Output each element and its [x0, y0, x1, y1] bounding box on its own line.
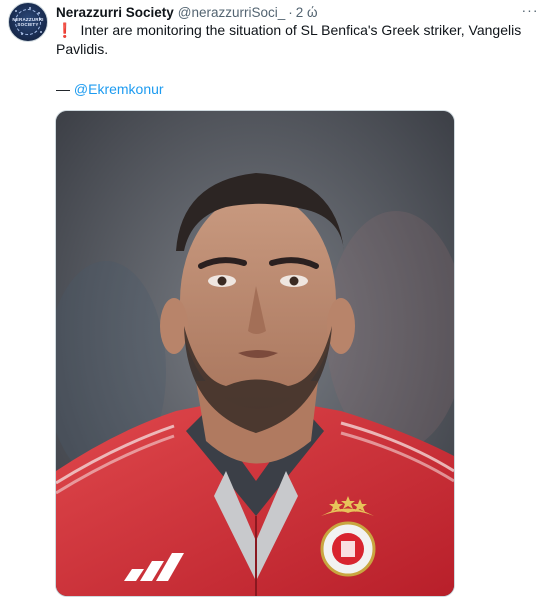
tweet-credit: — @Ekremkonur	[56, 80, 164, 98]
more-icon[interactable]: ···	[521, 1, 539, 19]
credit-prefix: —	[56, 81, 74, 97]
tweet-text: ❗ Inter are monitoring the situation of S…	[56, 21, 541, 59]
tweet[interactable]: NERAZZURRI SOCIETY Nerazzurri Society @n…	[0, 0, 549, 600]
display-name[interactable]: Nerazzurri Society	[56, 5, 174, 20]
mention-link[interactable]: @Ekremkonur	[74, 81, 164, 97]
user-handle[interactable]: @nerazzurriSoci_	[178, 5, 286, 20]
timestamp[interactable]: 2 ώ	[296, 5, 318, 20]
tweet-header: Nerazzurri Society @nerazzurriSoci_ · 2 …	[56, 3, 318, 21]
separator-dot: ·	[288, 4, 293, 20]
avatar-wordmark-line2: SOCIETY	[17, 22, 39, 27]
avatar[interactable]: NERAZZURRI SOCIETY	[8, 2, 48, 42]
exclamation-icon: ❗	[56, 22, 74, 38]
player-portrait	[56, 111, 454, 596]
tweet-body: Inter are monitoring the situation of SL…	[56, 22, 522, 57]
avatar-wordmark: NERAZZURRI SOCIETY	[9, 17, 47, 27]
tweet-photo[interactable]	[55, 110, 455, 597]
